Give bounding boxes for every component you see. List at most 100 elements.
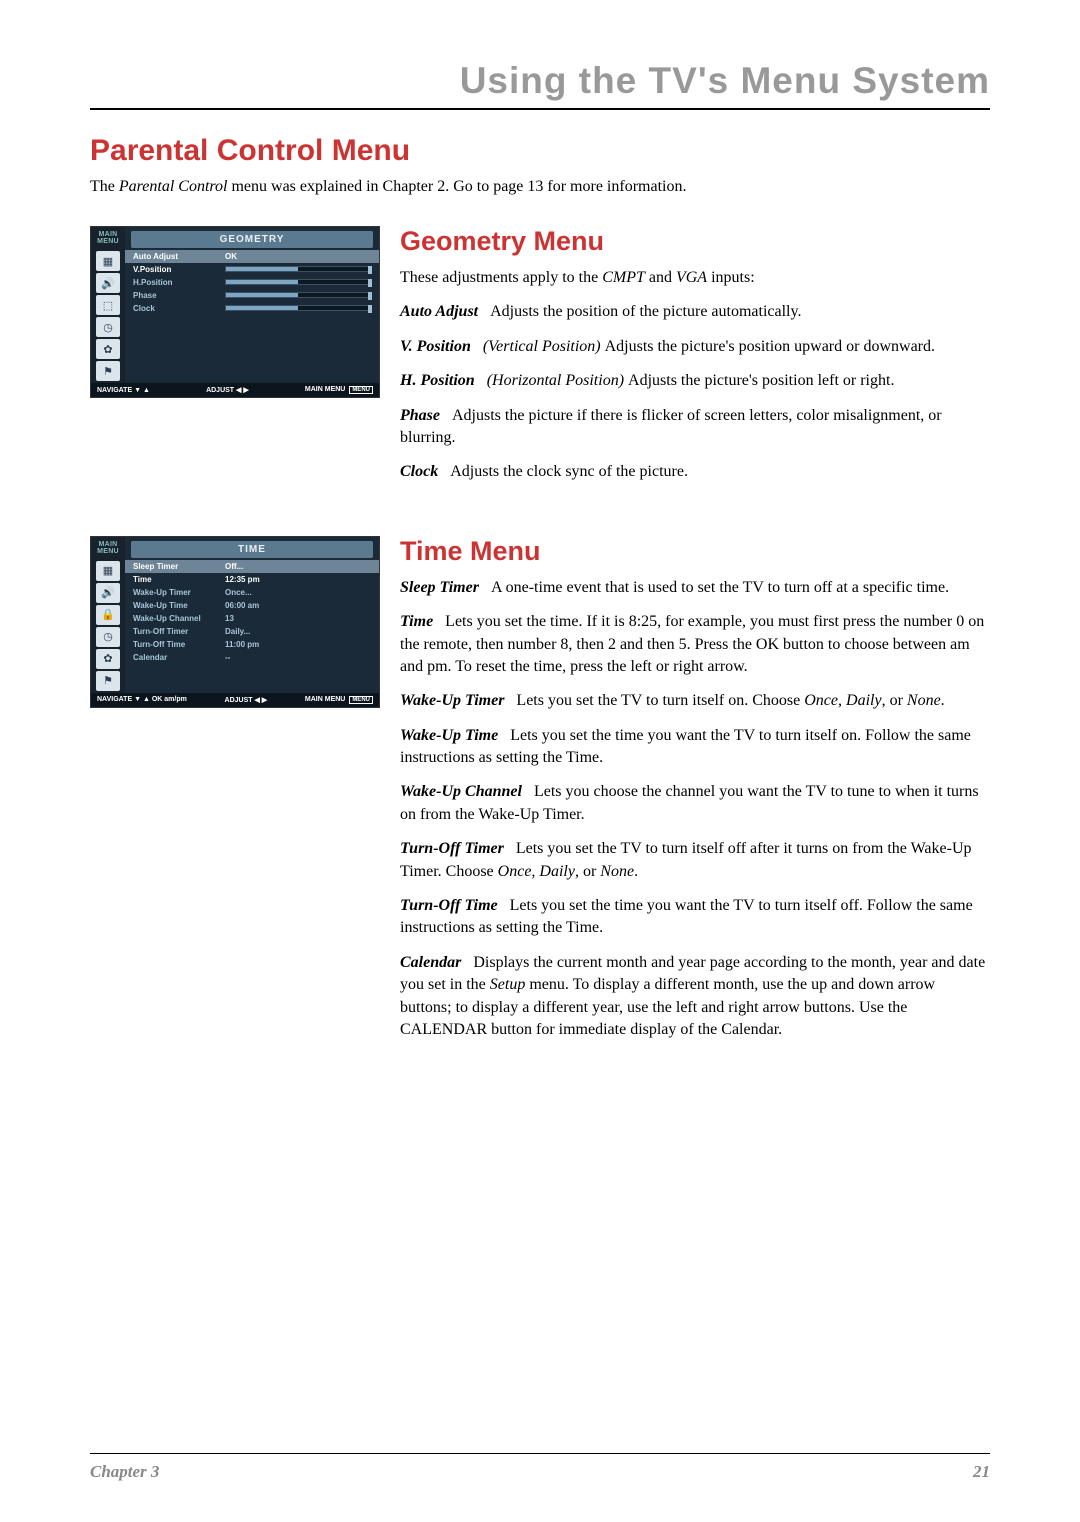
text-em: CMPT	[602, 269, 645, 286]
definition-item: Calendar Displays the current month and …	[400, 952, 990, 1042]
description: Adjusts the picture if there is flicker …	[400, 407, 942, 446]
menu-row[interactable]: Sleep TimerOff...	[125, 560, 379, 573]
menu-value: 12:35 pm	[225, 575, 371, 584]
menu-body: TIME Sleep TimerOff...Time12:35 pmWake-U…	[125, 537, 379, 693]
time-row: MAIN MENU ▦ 🔊 🔒 ◷ ✿ ⚑ TIME Sleep TimerOf…	[90, 536, 990, 1054]
chapter-header: Using the TV's Menu System	[90, 60, 990, 102]
parental-title: Parental Control Menu	[90, 134, 990, 168]
menu-label: Calendar	[133, 653, 225, 662]
footer-nav: NAVIGATE ▼ ▲ OK am/pm	[97, 696, 187, 703]
menu-row[interactable]: Turn-Off TimerDaily...	[125, 625, 379, 638]
menu-value: 06:00 am	[225, 601, 371, 610]
menu-value: 11:00 pm	[225, 640, 371, 649]
menu-row[interactable]: Phase	[125, 289, 379, 302]
menu-label: V.Position	[133, 265, 225, 274]
definition-item: Sleep Timer A one-time event that is use…	[400, 577, 990, 599]
footer-adjust: ADJUST ◀ ▶	[206, 386, 249, 394]
description: .	[634, 863, 638, 880]
menu-label: Turn-Off Timer	[133, 627, 225, 636]
parental-icon[interactable]: 🔒	[96, 605, 120, 625]
menu-box: MENU	[349, 696, 373, 704]
feature-icon[interactable]: ⚑	[96, 361, 120, 381]
menu-slider[interactable]	[225, 305, 371, 311]
menu-slider[interactable]	[225, 292, 371, 298]
text-em: Setup	[490, 976, 526, 993]
term: Clock	[400, 463, 438, 480]
menu-row[interactable]: Wake-Up Time06:00 am	[125, 599, 379, 612]
menu-sidebar: MAIN MENU ▦ 🔊 ⬚ ◷ ✿ ⚑	[91, 227, 125, 383]
footer-adjust: ADJUST ◀ ▶	[225, 696, 268, 704]
time-screenshot: MAIN MENU ▦ 🔊 🔒 ◷ ✿ ⚑ TIME Sleep TimerOf…	[90, 536, 380, 708]
menu-value: Once...	[225, 588, 371, 597]
menu-row[interactable]: Time12:35 pm	[125, 573, 379, 586]
picture-icon[interactable]: ▦	[96, 561, 120, 581]
time-icon[interactable]: ◷	[96, 317, 120, 337]
description: Lets you set the TV to turn itself on. C…	[516, 692, 804, 709]
term: Turn-Off Timer	[400, 840, 504, 857]
time-title: Time Menu	[400, 536, 990, 567]
menu-label: Time	[133, 575, 225, 584]
geometry-intro: These adjustments apply to the CMPT and …	[400, 267, 990, 289]
text: and	[645, 269, 676, 286]
geometry-title: Geometry Menu	[400, 226, 990, 257]
parental-intro: The Parental Control menu was explained …	[90, 178, 990, 196]
menu-panel: MAIN MENU ▦ 🔊 ⬚ ◷ ✿ ⚑ GEOMETRY Auto Adju…	[90, 226, 380, 398]
sound-icon[interactable]: 🔊	[96, 273, 120, 293]
menu-value: --	[225, 653, 371, 662]
term: Wake-Up Channel	[400, 783, 522, 800]
description: A one-time event that is used to set the…	[491, 579, 949, 596]
menu-slider[interactable]	[225, 266, 371, 272]
definition-item: Time Lets you set the time. If it is 8:2…	[400, 611, 990, 678]
menu-value: OK	[225, 252, 371, 261]
definition-item: Auto Adjust Adjusts the position of the …	[400, 301, 990, 323]
term: V. Position	[400, 338, 471, 355]
footer-main: MAIN MENU MENU	[305, 696, 373, 704]
term: Wake-Up Timer	[400, 692, 504, 709]
menu-label: Wake-Up Channel	[133, 614, 225, 623]
description: Adjusts the picture's position left or r…	[628, 372, 894, 389]
description: Adjusts the clock sync of the picture.	[450, 463, 688, 480]
description: Lets you set the time. If it is 8:25, fo…	[400, 613, 984, 675]
geometry-row: MAIN MENU ▦ 🔊 ⬚ ◷ ✿ ⚑ GEOMETRY Auto Adju…	[90, 226, 990, 496]
menu-row[interactable]: Clock	[125, 302, 379, 315]
geometry-icon[interactable]: ⬚	[96, 295, 120, 315]
menu-row[interactable]: V.Position	[125, 263, 379, 276]
term-annotation: (Vertical Position)	[483, 338, 605, 355]
panel-title: TIME	[131, 541, 373, 558]
menu-row[interactable]: Turn-Off Time11:00 pm	[125, 638, 379, 651]
setup-icon[interactable]: ✿	[96, 339, 120, 359]
feature-icon[interactable]: ⚑	[96, 671, 120, 691]
menu-footer: NAVIGATE ▼ ▲ ADJUST ◀ ▶ MAIN MENU MENU	[91, 383, 379, 397]
menu-slider[interactable]	[225, 279, 371, 285]
definition-item: Turn-Off Timer Lets you set the TV to tu…	[400, 838, 990, 883]
setup-icon[interactable]: ✿	[96, 649, 120, 669]
definition-item: Clock Adjusts the clock sync of the pict…	[400, 461, 990, 483]
menu-panel: MAIN MENU ▦ 🔊 🔒 ◷ ✿ ⚑ TIME Sleep TimerOf…	[90, 536, 380, 708]
time-icon[interactable]: ◷	[96, 627, 120, 647]
sidebar-title: MAIN MENU	[91, 537, 125, 559]
menu-body: GEOMETRY Auto AdjustOKV.PositionH.Positi…	[125, 227, 379, 383]
footer-main: MAIN MENU MENU	[305, 386, 373, 394]
menu-label: Wake-Up Timer	[133, 588, 225, 597]
menu-row[interactable]: Wake-Up Channel13	[125, 612, 379, 625]
menu-row[interactable]: Calendar--	[125, 651, 379, 664]
menu-row[interactable]: H.Position	[125, 276, 379, 289]
sound-icon[interactable]: 🔊	[96, 583, 120, 603]
menu-label: Wake-Up Time	[133, 601, 225, 610]
menu-sidebar: MAIN MENU ▦ 🔊 🔒 ◷ ✿ ⚑	[91, 537, 125, 693]
text-em: Once, Daily	[498, 863, 575, 880]
picture-icon[interactable]: ▦	[96, 251, 120, 271]
menu-row[interactable]: Auto AdjustOK	[125, 250, 379, 263]
text: These adjustments apply to the	[400, 269, 602, 286]
definition-item: Wake-Up Channel Lets you choose the chan…	[400, 781, 990, 826]
page-footer: Chapter 3 21	[90, 1453, 990, 1482]
text-em: VGA	[676, 269, 707, 286]
geometry-content: Geometry Menu These adjustments apply to…	[400, 226, 990, 496]
definition-item: H. Position (Horizontal Position) Adjust…	[400, 370, 990, 392]
term: Calendar	[400, 954, 461, 971]
time-content: Time Menu Sleep Timer A one-time event t…	[400, 536, 990, 1054]
menu-label: Turn-Off Time	[133, 640, 225, 649]
term: Phase	[400, 407, 440, 424]
term: Auto Adjust	[400, 303, 478, 320]
menu-row[interactable]: Wake-Up TimerOnce...	[125, 586, 379, 599]
